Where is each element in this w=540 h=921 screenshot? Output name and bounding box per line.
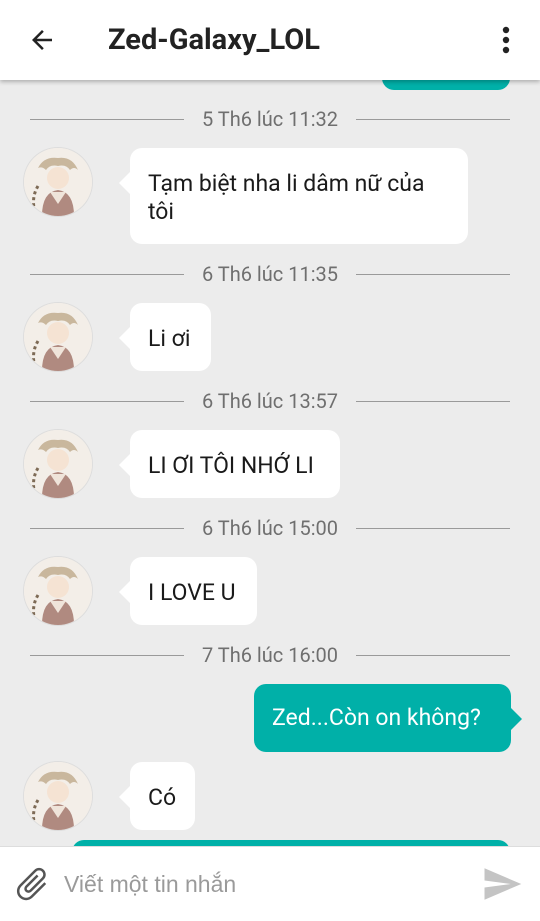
avatar-image [24, 557, 92, 625]
paperclip-icon [16, 867, 47, 901]
conversation-title: Zed-Galaxy_LOL [108, 23, 320, 57]
contact-avatar[interactable] [24, 557, 92, 625]
arrow-left-icon [32, 30, 52, 50]
contact-avatar[interactable] [24, 762, 92, 830]
message-text: Tạm biệt nha li dâm nữ của tôi [148, 170, 425, 225]
date-divider: 6 Th6 lúc 13:57 [30, 386, 510, 416]
message-text: I LOVE U [148, 579, 236, 606]
avatar-image [24, 148, 92, 216]
send-icon [484, 868, 522, 900]
message-text: LI ƠI TÔI NHỚ LI [148, 452, 314, 479]
message-list[interactable]: 5 Th6 lúc 11:32 Tạm biệt nha li dâm nữ c… [0, 80, 540, 846]
divider-line [356, 119, 510, 120]
incoming-message[interactable]: LI ƠI TÔI NHỚ LI [119, 430, 340, 498]
contact-avatar[interactable] [24, 430, 92, 498]
divider-line [356, 528, 510, 529]
avatar-image [24, 430, 92, 498]
app-bar: Zed-Galaxy_LOL [0, 0, 540, 80]
send-button[interactable] [480, 863, 524, 905]
avatar-image [24, 762, 92, 830]
message-text: Có [148, 784, 177, 811]
back-button[interactable] [22, 20, 62, 60]
contact-avatar[interactable] [24, 303, 92, 371]
incoming-message[interactable]: Tạm biệt nha li dâm nữ của tôi [119, 148, 468, 244]
attach-button[interactable] [12, 864, 52, 904]
avatar-image [24, 303, 92, 371]
incoming-message[interactable]: Li ơi [119, 303, 211, 371]
message-text: Li ơi [148, 325, 191, 352]
date-divider: 5 Th6 lúc 11:32 [30, 104, 510, 134]
more-vert-icon [502, 26, 510, 54]
outgoing-bubble-partial[interactable] [382, 80, 510, 90]
incoming-message[interactable]: Có [119, 762, 195, 830]
divider-line [356, 401, 510, 402]
divider-line [356, 655, 510, 656]
outgoing-message[interactable]: Zed...Còn on không? [254, 684, 522, 752]
message-text: Zed...Còn on không? [272, 704, 481, 731]
more-options-button[interactable] [492, 20, 520, 60]
date-divider: 6 Th6 lúc 11:35 [30, 259, 510, 289]
message-input[interactable] [64, 863, 464, 905]
contact-avatar[interactable] [24, 148, 92, 216]
divider-line [356, 274, 510, 275]
date-divider: 6 Th6 lúc 15:00 [30, 513, 510, 543]
date-divider: 7 Th6 lúc 16:00 [30, 640, 510, 670]
message-composer [0, 846, 540, 921]
incoming-message[interactable]: I LOVE U [119, 557, 257, 625]
